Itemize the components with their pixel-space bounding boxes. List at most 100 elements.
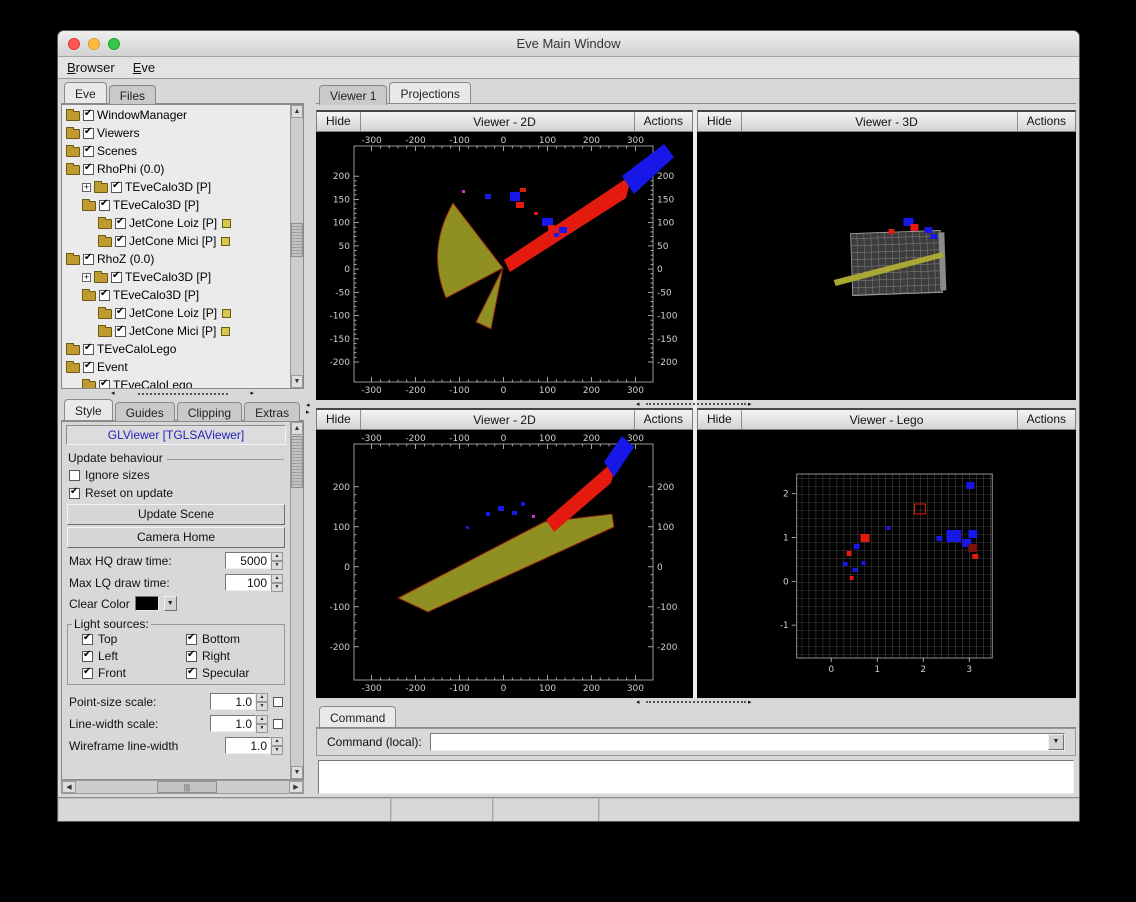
tree-item[interactable]: JetCone Loiz [P] bbox=[62, 214, 290, 232]
line-width-checkbox[interactable] bbox=[273, 719, 283, 729]
camera-home-button[interactable]: Camera Home bbox=[67, 527, 285, 548]
spin-down-icon[interactable]: ▼ bbox=[271, 561, 283, 570]
actions-button[interactable]: Actions bbox=[1016, 410, 1075, 429]
tree-checkbox[interactable] bbox=[115, 234, 126, 247]
viewer-canvas[interactable]: -300 -300 -200 -200 -100 -100 0 0 100 100 200 200 30… bbox=[316, 430, 693, 698]
scroll-right-icon[interactable]: ▶ bbox=[289, 781, 303, 793]
max-hq-input[interactable]: 5000 bbox=[225, 552, 271, 569]
tree-checkbox[interactable] bbox=[99, 378, 110, 388]
menu-browser[interactable]: Browser bbox=[67, 60, 115, 75]
style-tab-guides[interactable]: Guides bbox=[114, 402, 175, 422]
tree-item[interactable]: Scenes bbox=[62, 142, 290, 160]
scroll-left-icon[interactable]: ◀ bbox=[62, 781, 76, 793]
tree-checkbox[interactable] bbox=[83, 144, 94, 157]
tree-item[interactable]: TEveCaloLego bbox=[62, 376, 290, 388]
light-checkbox[interactable] bbox=[82, 666, 93, 679]
spin-up-icon[interactable]: ▲ bbox=[271, 737, 283, 746]
spin-up-icon[interactable]: ▲ bbox=[256, 715, 268, 724]
clear-color-swatch[interactable] bbox=[134, 596, 159, 611]
glviewer-name[interactable]: GLViewer [TGLSAViewer] bbox=[66, 425, 286, 445]
viewer-canvas[interactable]: 0 1 2 3 2 1 0 -1 bbox=[697, 430, 1076, 698]
viewer-row-splitter[interactable]: ◂ ▸ bbox=[316, 400, 1076, 408]
point-size-checkbox[interactable] bbox=[273, 697, 283, 707]
tree-checkbox[interactable] bbox=[115, 306, 126, 319]
spin-down-icon[interactable]: ▼ bbox=[256, 724, 268, 733]
scrollbar-thumb[interactable] bbox=[291, 436, 303, 488]
scroll-down-icon[interactable]: ▼ bbox=[291, 766, 303, 779]
scrollbar-thumb[interactable] bbox=[157, 781, 217, 793]
tree-item[interactable]: JetCone Mici [P] bbox=[62, 322, 290, 340]
tree-checkbox[interactable] bbox=[83, 252, 94, 265]
style-tab-clipping[interactable]: Clipping bbox=[176, 402, 243, 422]
tree-checkbox[interactable] bbox=[83, 360, 94, 373]
command-output[interactable] bbox=[318, 760, 1074, 794]
tree-checkbox[interactable] bbox=[111, 180, 122, 193]
tree-checkbox[interactable] bbox=[83, 342, 94, 355]
tree-checkbox[interactable] bbox=[83, 126, 94, 139]
gl-scrollbar[interactable]: ▲ ▼ bbox=[290, 422, 303, 779]
main-tab-projections[interactable]: Projections bbox=[389, 82, 471, 103]
spin-up-icon[interactable]: ▲ bbox=[256, 693, 268, 702]
sidebar-tab-files[interactable]: Files bbox=[108, 85, 157, 105]
reset-on-update-checkbox[interactable] bbox=[69, 486, 80, 499]
style-tab-style[interactable]: Style bbox=[64, 399, 113, 420]
max-lq-input[interactable]: 100 bbox=[225, 574, 271, 591]
tree-checkbox[interactable] bbox=[83, 108, 94, 121]
titlebar[interactable]: Eve Main Window bbox=[58, 31, 1079, 57]
menu-eve[interactable]: Eve bbox=[133, 60, 155, 75]
light-checkbox[interactable] bbox=[186, 632, 197, 645]
scroll-up-icon[interactable]: ▲ bbox=[291, 105, 303, 118]
update-scene-button[interactable]: Update Scene bbox=[67, 504, 285, 525]
tree-item[interactable]: + TEveCalo3D [P] bbox=[62, 268, 290, 286]
tree-item[interactable]: TEveCalo3D [P] bbox=[62, 196, 290, 214]
gl-hscrollbar[interactable]: ◀ ▶ bbox=[61, 780, 304, 794]
tree-item[interactable]: RhoZ (0.0) bbox=[62, 250, 290, 268]
actions-button[interactable]: Actions bbox=[633, 112, 692, 131]
sidebar-tab-eve[interactable]: Eve bbox=[64, 82, 107, 103]
minimize-button[interactable] bbox=[88, 38, 100, 50]
main-tab-viewer-1[interactable]: Viewer 1 bbox=[319, 85, 388, 105]
actions-button[interactable]: Actions bbox=[633, 410, 692, 429]
tree-checkbox[interactable] bbox=[115, 324, 126, 337]
tab-command[interactable]: Command bbox=[319, 706, 397, 727]
dropdown-arrow-icon[interactable]: ▼ bbox=[1048, 734, 1064, 750]
command-splitter[interactable]: ◂ ▸ bbox=[316, 698, 1076, 706]
clear-color-dropdown-icon[interactable]: ▼ bbox=[163, 596, 177, 611]
panel-splitter[interactable]: ◂ ▸ bbox=[305, 82, 315, 794]
scroll-down-icon[interactable]: ▼ bbox=[291, 375, 303, 388]
wireframe-input[interactable]: 1.0 bbox=[225, 737, 271, 754]
tree-item[interactable]: JetCone Mici [P] bbox=[62, 232, 290, 250]
light-checkbox[interactable] bbox=[82, 632, 93, 645]
scroll-up-icon[interactable]: ▲ bbox=[291, 422, 303, 435]
tree-scrollbar[interactable]: ▲ ▼ bbox=[290, 105, 303, 388]
expand-icon[interactable]: + bbox=[82, 182, 91, 192]
point-size-input[interactable]: 1.0 bbox=[210, 693, 256, 710]
expand-icon[interactable]: + bbox=[82, 272, 91, 282]
tree-item[interactable]: WindowManager bbox=[62, 106, 290, 124]
zoom-button[interactable] bbox=[108, 38, 120, 50]
tree-item[interactable]: Event bbox=[62, 358, 290, 376]
tree-checkbox[interactable] bbox=[111, 270, 122, 283]
line-width-input[interactable]: 1.0 bbox=[210, 715, 256, 732]
viewer-canvas[interactable]: -300 -300 -200 -200 -100 -100 0 0 100 100 200 200 30… bbox=[316, 132, 693, 400]
tree-item[interactable]: JetCone Loiz [P] bbox=[62, 304, 290, 322]
style-tab-extras[interactable]: Extras bbox=[244, 402, 301, 422]
scrollbar-thumb[interactable] bbox=[291, 223, 303, 257]
tree-item[interactable]: RhoPhi (0.0) bbox=[62, 160, 290, 178]
actions-button[interactable]: Actions bbox=[1016, 112, 1075, 131]
command-input[interactable]: ▼ bbox=[429, 733, 1065, 751]
tree-item[interactable]: Viewers bbox=[62, 124, 290, 142]
spin-down-icon[interactable]: ▼ bbox=[256, 702, 268, 711]
light-checkbox[interactable] bbox=[186, 649, 197, 662]
viewer-canvas[interactable] bbox=[697, 132, 1076, 400]
spin-up-icon[interactable]: ▲ bbox=[271, 552, 283, 561]
sidebar-splitter[interactable]: ◂ ▸ bbox=[61, 389, 304, 399]
tree-item[interactable]: + TEveCalo3D [P] bbox=[62, 178, 290, 196]
tree-item[interactable]: TEveCalo3D [P] bbox=[62, 286, 290, 304]
tree-item[interactable]: TEveCaloLego bbox=[62, 340, 290, 358]
light-checkbox[interactable] bbox=[82, 649, 93, 662]
spin-down-icon[interactable]: ▼ bbox=[271, 746, 283, 755]
spin-up-icon[interactable]: ▲ bbox=[271, 574, 283, 583]
tree-checkbox[interactable] bbox=[115, 216, 126, 229]
ignore-sizes-checkbox[interactable] bbox=[69, 469, 80, 481]
